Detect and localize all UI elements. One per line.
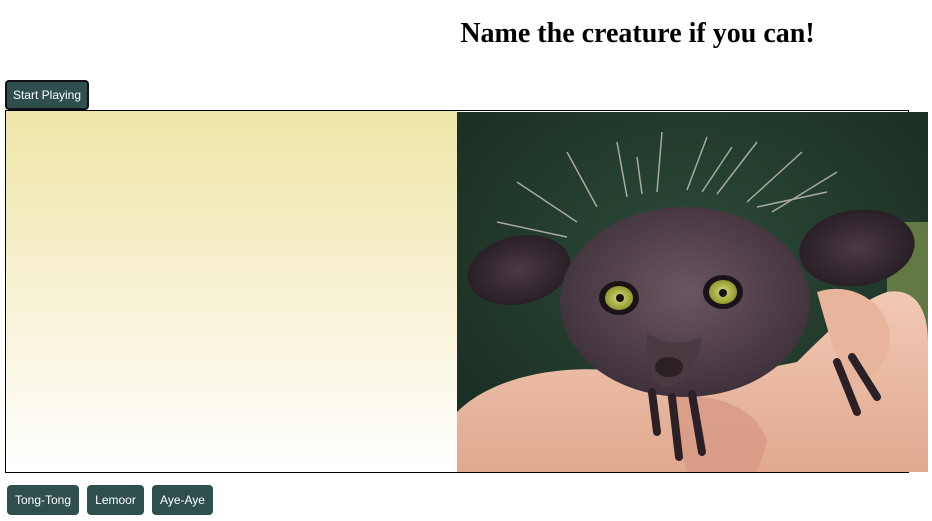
creature-photo-image bbox=[457, 112, 928, 472]
page-title: Name the creature if you can! bbox=[460, 18, 815, 49]
creature-photo bbox=[457, 112, 928, 472]
answer-button-tong-tong[interactable]: Tong-Tong bbox=[7, 485, 79, 515]
answer-button-aye-aye[interactable]: Aye-Aye bbox=[152, 485, 213, 515]
answer-button-lemoor[interactable]: Lemoor bbox=[87, 485, 144, 515]
start-playing-button[interactable]: Start Playing bbox=[5, 80, 89, 110]
gradient-panel bbox=[6, 111, 457, 472]
